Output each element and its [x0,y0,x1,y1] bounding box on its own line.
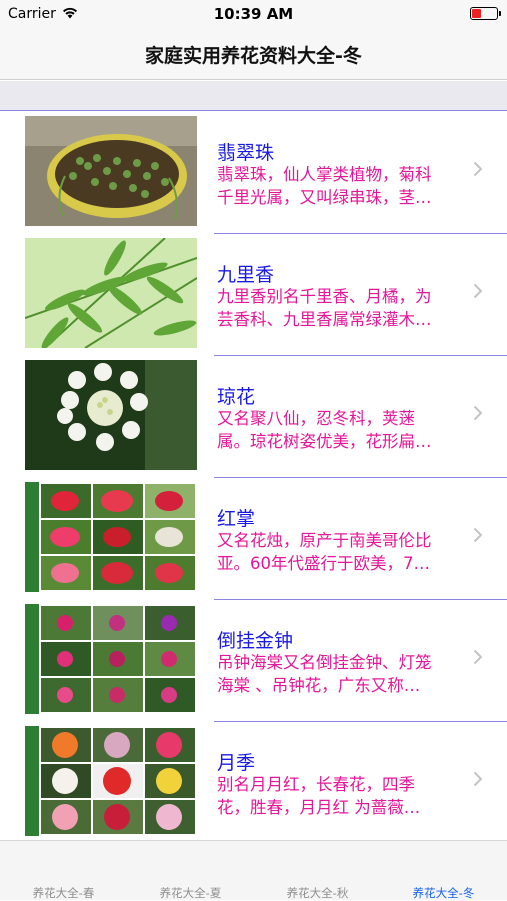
white-flower-thumbnail [25,360,197,470]
item-description: 九里香别名千里香、月橘，为 芸香科、九里香属常绿灌木… [217,287,432,329]
page-title: 家庭实用养花资料大全-冬 [145,45,362,67]
tab-autumn[interactable]: 养花大全-秋 [254,885,381,901]
item-title: 倒挂金钟 [217,630,294,652]
item-description: 翡翠珠，仙人掌类植物，菊科 千里光属，又叫绿串珠，茎… [217,165,432,207]
chevron-right-icon [473,283,483,299]
succulent-pot-thumbnail [25,116,197,226]
list-item[interactable]: 红掌 又名花烛，原产于南美哥伦比 亚。60年代盛行于欧美，7… [0,478,507,600]
navigation-bar: 家庭实用养花资料大全-冬 [0,28,507,80]
anthurium-collage-thumbnail [25,482,197,592]
item-title: 红掌 [217,508,256,530]
item-title: 琼花 [217,386,256,408]
tab-summer[interactable]: 养花大全-夏 [127,885,254,901]
tab-spring[interactable]: 养花大全-春 [0,885,127,901]
list-item[interactable]: 九里香 九里香别名千里香、月橘，为 芸香科、九里香属常绿灌木… [0,234,507,356]
chevron-right-icon [473,405,483,421]
item-title: 九里香 [217,264,275,286]
table-header-band [0,81,507,111]
item-description: 又名聚八仙，忍冬科，荚蒾 属。琼花树姿优美，花形扁… [217,409,432,451]
battery-icon [470,7,501,20]
list-item[interactable]: 琼花 又名聚八仙，忍冬科，荚蒾 属。琼花树姿优美，花形扁… [0,356,507,478]
item-description: 别名月月红，长春花，四季 花，胜春，月月红 为蔷薇… [217,775,421,817]
item-description: 吊钟海棠又名倒挂金钟、灯笼 海棠 、吊钟花，广东又称… [217,653,432,695]
list-item[interactable]: 翡翠珠 翡翠珠，仙人掌类植物，菊科 千里光属，又叫绿串珠，茎… [0,112,507,234]
chevron-right-icon [473,527,483,543]
fuchsia-collage-thumbnail [25,604,197,714]
list-item[interactable]: 月季 别名月月红，长春花，四季 花，胜春，月月红 为蔷薇… [0,722,507,840]
item-description: 又名花烛，原产于南美哥伦比 亚。60年代盛行于欧美，7… [217,531,432,573]
chevron-right-icon [473,161,483,177]
green-leaves-thumbnail [25,238,197,348]
tab-bar: 养花大全-春 养花大全-夏 养花大全-秋 养花大全-冬 [0,840,507,900]
plant-list[interactable]: 翡翠珠 翡翠珠，仙人掌类植物，菊科 千里光属，又叫绿串珠，茎… 九里香 九里香别… [0,112,507,840]
tab-winter[interactable]: 养花大全-冬 [380,885,507,901]
rose-collage-thumbnail [25,726,197,836]
item-title: 翡翠珠 [217,142,275,164]
chevron-right-icon [473,649,483,665]
status-bar: Carrier 10:39 AM [0,0,507,28]
status-time: 10:39 AM [213,5,294,23]
chevron-right-icon [473,771,483,787]
item-title: 月季 [217,752,256,774]
list-item[interactable]: 倒挂金钟 吊钟海棠又名倒挂金钟、灯笼 海棠 、吊钟花，广东又称… [0,600,507,722]
